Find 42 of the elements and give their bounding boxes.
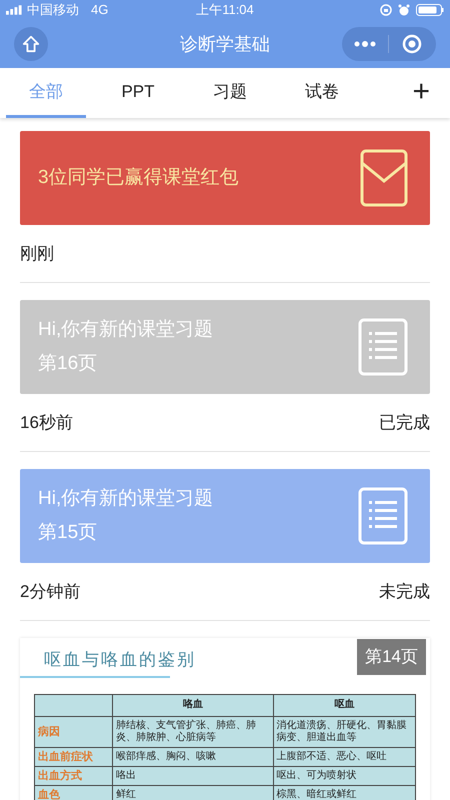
- tab[interactable]: PPT: [98, 68, 178, 118]
- table-cell: 消化道溃疡、肝硬化、胃黏膜病变、胆道出血等: [273, 716, 416, 747]
- alarm-icon: [398, 4, 410, 16]
- envelope-icon: [360, 149, 408, 207]
- time-label: 16秒前: [20, 412, 73, 434]
- table-cell: 喉部痒感、胸闷、咳嗽: [112, 747, 274, 766]
- close-icon: [402, 34, 422, 54]
- tab[interactable]: 习题: [190, 68, 270, 118]
- table-cell: 呕出、可为喷射状: [273, 766, 416, 785]
- carrier-name: 中国移动: [27, 1, 79, 20]
- table-cell: 上腹部不适、恶心、呕吐: [273, 747, 416, 766]
- row-label: 出血方式: [34, 766, 112, 785]
- status-label: 未完成: [379, 580, 430, 603]
- home-button[interactable]: [14, 27, 48, 61]
- slide-card[interactable]: 呕血与咯血的鉴别 第14页 咯血 呕血 病因 肺结核、支气管扩张、肺癌、肺炎、肺脓肿、心脏病等 消化道溃疡、肝硬化、胃黏膜病变、胆道出血等 出血前症状 喉部痒感、胸闷、咳嗽 上腹部不适、恶心、呕吐 出血方式 咯出 呕出、可为喷射状 血色 鲜红 棕黑、暗红或鲜红: [20, 638, 430, 800]
- network-type: 4G: [91, 1, 108, 20]
- row-label: 血色: [34, 785, 112, 800]
- signal-icon: [6, 5, 23, 15]
- table-cell: 咯出: [112, 766, 274, 785]
- time-label: 2分钟前: [20, 580, 80, 603]
- status-time: 上午11:04: [195, 1, 255, 20]
- time-label: 刚刚: [20, 242, 54, 265]
- add-tab-button[interactable]: +: [412, 68, 430, 118]
- table-cell: 肺结核、支气管扩张、肺癌、肺炎、肺脓肿、心脏病等: [112, 716, 274, 747]
- slide-title: 呕血与咯血的鉴别: [44, 649, 196, 672]
- card-title: Hi,你有新的课堂习题: [38, 486, 214, 510]
- tab[interactable]: 试卷: [282, 68, 362, 118]
- rotation-lock-icon: [380, 4, 392, 16]
- more-icon: [354, 41, 376, 47]
- page-title: 诊断学基础: [179, 32, 271, 56]
- card-title: 3位同学已赢得课堂红包: [38, 166, 240, 190]
- document-icon: [358, 318, 408, 376]
- page-badge: 第14页: [357, 639, 426, 674]
- page-number: 第15页: [38, 521, 98, 545]
- row-label: 病因: [34, 716, 112, 747]
- status-label: 已完成: [379, 412, 430, 434]
- document-icon: [358, 487, 408, 545]
- battery-icon: [416, 4, 444, 16]
- home-icon: [22, 35, 40, 53]
- row-label: 出血前症状: [34, 747, 112, 766]
- table-header-cell: 呕血: [273, 694, 416, 716]
- table-header-cell: 咯血: [112, 694, 274, 716]
